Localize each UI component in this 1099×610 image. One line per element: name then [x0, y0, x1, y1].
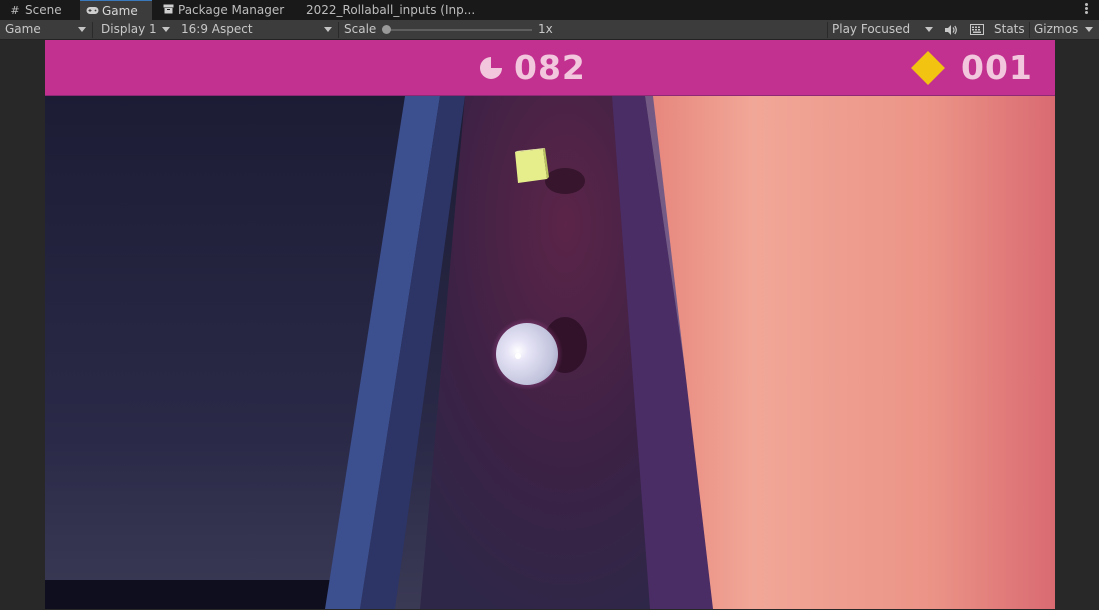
aspect-dropdown[interactable]: 16:9 Aspect [176, 20, 338, 39]
tab-scene-label: Scene [25, 3, 62, 17]
aspect-label: 16:9 Aspect [181, 22, 253, 36]
gizmos-label: Gizmos [1034, 22, 1079, 36]
package-icon [162, 1, 174, 21]
tab-package-manager-label: Package Manager [178, 3, 285, 17]
scale-label-text: Scale [344, 22, 377, 36]
tab-package-manager[interactable]: Package Manager [152, 0, 292, 20]
scale-value-text: 1x [538, 22, 553, 36]
display-dropdown[interactable]: Display 1 [96, 20, 176, 39]
stats-label: Stats [994, 22, 1025, 36]
speaker-icon [945, 25, 957, 35]
diamond-icon [911, 51, 945, 85]
player-ball [491, 318, 563, 390]
tab-scene[interactable]: # Scene [0, 0, 80, 20]
view-mode-label: Game [5, 22, 41, 36]
pickup-cube [515, 148, 549, 183]
keyboard-icon [970, 24, 984, 35]
shortcuts-button[interactable] [965, 20, 989, 39]
scale-label: Scale [339, 20, 384, 39]
view-mode-dropdown[interactable]: Game [0, 20, 92, 39]
score-counter: 082 [514, 48, 586, 87]
pacman-score-icon [480, 57, 502, 79]
gizmos-dropdown[interactable]: Gizmos [1029, 20, 1099, 39]
play-mode-label: Play Focused [832, 22, 911, 36]
chevron-down-icon [1085, 27, 1093, 32]
stats-button[interactable]: Stats [989, 20, 1029, 39]
scale-slider-thumb[interactable] [382, 25, 391, 34]
game-viewport[interactable]: 082 001 [45, 40, 1055, 609]
tab-game[interactable]: Game [80, 0, 152, 20]
divider [92, 22, 93, 38]
scale-slider[interactable] [386, 29, 532, 31]
tab-rollaball-inputs[interactable]: 2022_Rollaball_inputs (Inp... [306, 0, 486, 20]
chevron-down-icon [925, 27, 933, 32]
more-options-icon[interactable] [1085, 2, 1089, 16]
gamepad-icon [86, 2, 99, 22]
display-label: Display 1 [101, 22, 157, 36]
chevron-down-icon [324, 27, 332, 32]
game-scene [45, 40, 1055, 609]
game-view-toolbar: Game Display 1 16:9 Aspect Scale 1x Play… [0, 20, 1099, 40]
chevron-down-icon [78, 27, 86, 32]
chevron-down-icon [162, 27, 170, 32]
collectible-counter: 001 [961, 48, 1033, 87]
grid-icon: # [10, 4, 20, 17]
tab-rollaball-inputs-label: 2022_Rollaball_inputs (Inp... [306, 3, 476, 17]
play-mode-dropdown[interactable]: Play Focused [827, 20, 939, 39]
editor-tab-bar: # Scene Game Package Manager 2022_Rollaba… [0, 0, 1099, 20]
scale-value: 1x [533, 20, 563, 39]
hud-bar: 082 001 [45, 40, 1055, 96]
tab-game-label: Game [102, 4, 138, 18]
mute-audio-button[interactable] [940, 20, 964, 39]
